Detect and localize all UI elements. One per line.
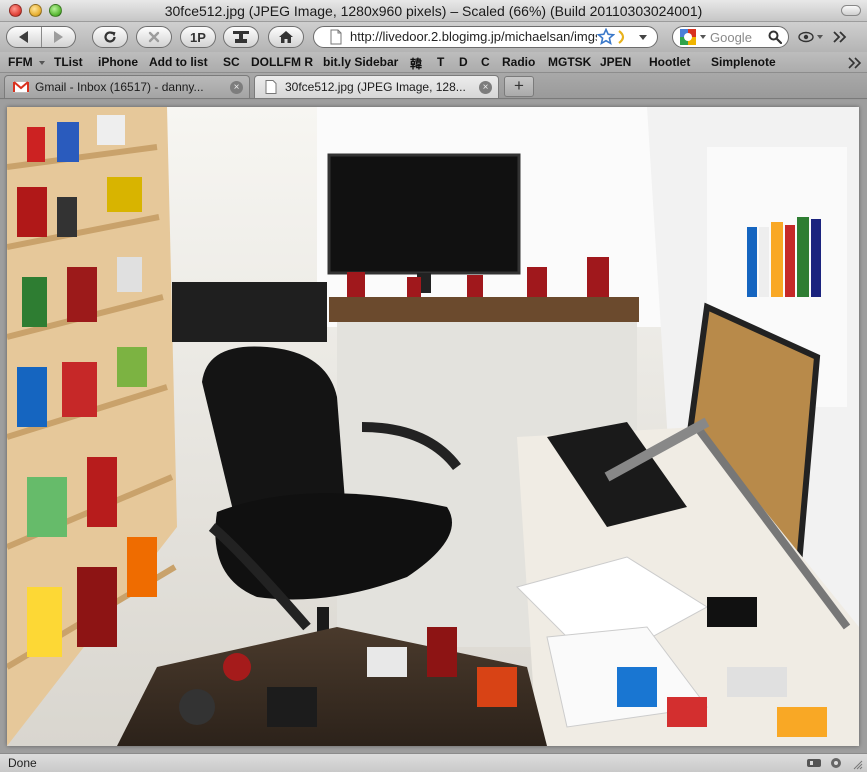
addon-dropdown-icon [817, 35, 823, 39]
search-input[interactable]: Google [710, 30, 752, 45]
reload-icon [104, 31, 116, 43]
search-engine-dropdown-icon [700, 35, 706, 39]
window-title: 30fce512.jpg (JPEG Image, 1280x960 pixel… [164, 3, 703, 19]
stop-icon [148, 31, 160, 43]
navigation-toolbar: 1P http://livedoor.2.blogimg.jp/michaels… [0, 22, 867, 52]
bookmark-tool-button[interactable] [223, 26, 259, 48]
bookmark-mgtsk[interactable]: MGTSK [548, 55, 591, 69]
bookmark-ffm-label: FFM [8, 55, 33, 69]
one-password-button[interactable]: 1P [180, 26, 216, 48]
gmail-icon [13, 81, 29, 93]
bookmark-c[interactable]: C [481, 55, 490, 69]
home-icon [279, 31, 293, 43]
window-titlebar: 30fce512.jpg (JPEG Image, 1280x960 pixel… [0, 0, 867, 22]
bookmark-hootlet[interactable]: Hootlet [649, 55, 690, 69]
tab-image[interactable]: 30fce512.jpg (JPEG Image, 128... × [254, 75, 499, 98]
status-gear-icon[interactable] [828, 756, 844, 770]
room-photo-image [7, 107, 859, 746]
bookmark-sc[interactable]: SC [223, 55, 240, 69]
bookmark-tlist[interactable]: TList [54, 55, 83, 69]
bookmark-dollfm-r[interactable]: DOLLFM R [251, 55, 313, 69]
status-text: Done [8, 756, 37, 770]
resize-grip-icon[interactable] [853, 760, 863, 770]
bookmark-t[interactable]: T [437, 55, 444, 69]
home-button[interactable] [268, 26, 304, 48]
bookmark-radio[interactable]: Radio [502, 55, 535, 69]
tab-image-label: 30fce512.jpg (JPEG Image, 128... [285, 80, 466, 94]
bookmark-star-icon[interactable] [597, 28, 615, 46]
status-addon-icon[interactable] [806, 756, 822, 770]
bookmark-bitly-sidebar[interactable]: bit.ly Sidebar [323, 55, 398, 69]
bookmark-korean[interactable]: 韓 [410, 55, 422, 72]
rss-feed-icon[interactable] [617, 28, 629, 46]
bookmark-simplenote[interactable]: Simplenote [711, 55, 776, 69]
new-tab-button[interactable]: + [504, 76, 534, 97]
forward-arrow-icon [53, 31, 63, 43]
url-text[interactable]: http://livedoor.2.blogimg.jp/michaelsan/… [350, 29, 597, 44]
addon-button[interactable] [798, 30, 823, 44]
back-button[interactable] [7, 27, 41, 47]
address-bar[interactable]: http://livedoor.2.blogimg.jp/michaelsan/… [313, 26, 658, 48]
bookmarks-overflow-icon[interactable] [848, 57, 862, 69]
bookmarks-toolbar: FFM TList iPhone Add to list SC DOLLFM R… [0, 52, 867, 73]
back-arrow-icon [19, 31, 29, 43]
page-content [0, 100, 867, 753]
back-forward-buttons [6, 26, 76, 48]
bookmark-iphone[interactable]: iPhone [98, 55, 138, 69]
tab-strip: Gmail - Inbox (16517) - danny... × 30fce… [0, 73, 867, 99]
google-icon [680, 29, 696, 45]
tab-gmail-label: Gmail - Inbox (16517) - danny... [35, 80, 204, 94]
search-engine-selector[interactable] [679, 28, 706, 46]
forward-button[interactable] [40, 27, 76, 47]
url-dropdown-icon[interactable] [635, 29, 651, 45]
stamp-icon [233, 31, 249, 43]
search-icon[interactable] [768, 30, 782, 44]
reload-button[interactable] [92, 26, 128, 48]
one-password-label: 1P [190, 29, 206, 45]
bookmark-d[interactable]: D [459, 55, 468, 69]
chevron-right-double-icon [833, 31, 847, 43]
stop-button[interactable] [136, 26, 172, 48]
tab-image-close-icon[interactable]: × [479, 81, 492, 94]
search-bar[interactable]: Google [672, 26, 789, 48]
page-file-icon [330, 29, 342, 45]
scaled-jpeg-image[interactable] [7, 107, 859, 746]
tab-gmail[interactable]: Gmail - Inbox (16517) - danny... × [4, 75, 250, 98]
bookmark-jpen[interactable]: JPEN [600, 55, 631, 69]
bookmark-ffm[interactable]: FFM [8, 55, 45, 69]
tab-gmail-close-icon[interactable]: × [230, 81, 243, 94]
page-icon [265, 80, 277, 94]
bookmark-ffm-dropdown-icon [39, 60, 45, 65]
toolbar-toggle-button[interactable] [841, 5, 861, 16]
status-bar: Done [0, 753, 867, 772]
toolbar-overflow-button[interactable] [832, 30, 848, 49]
eye-addon-icon [798, 31, 814, 43]
bookmark-add-to-list[interactable]: Add to list [149, 55, 208, 69]
